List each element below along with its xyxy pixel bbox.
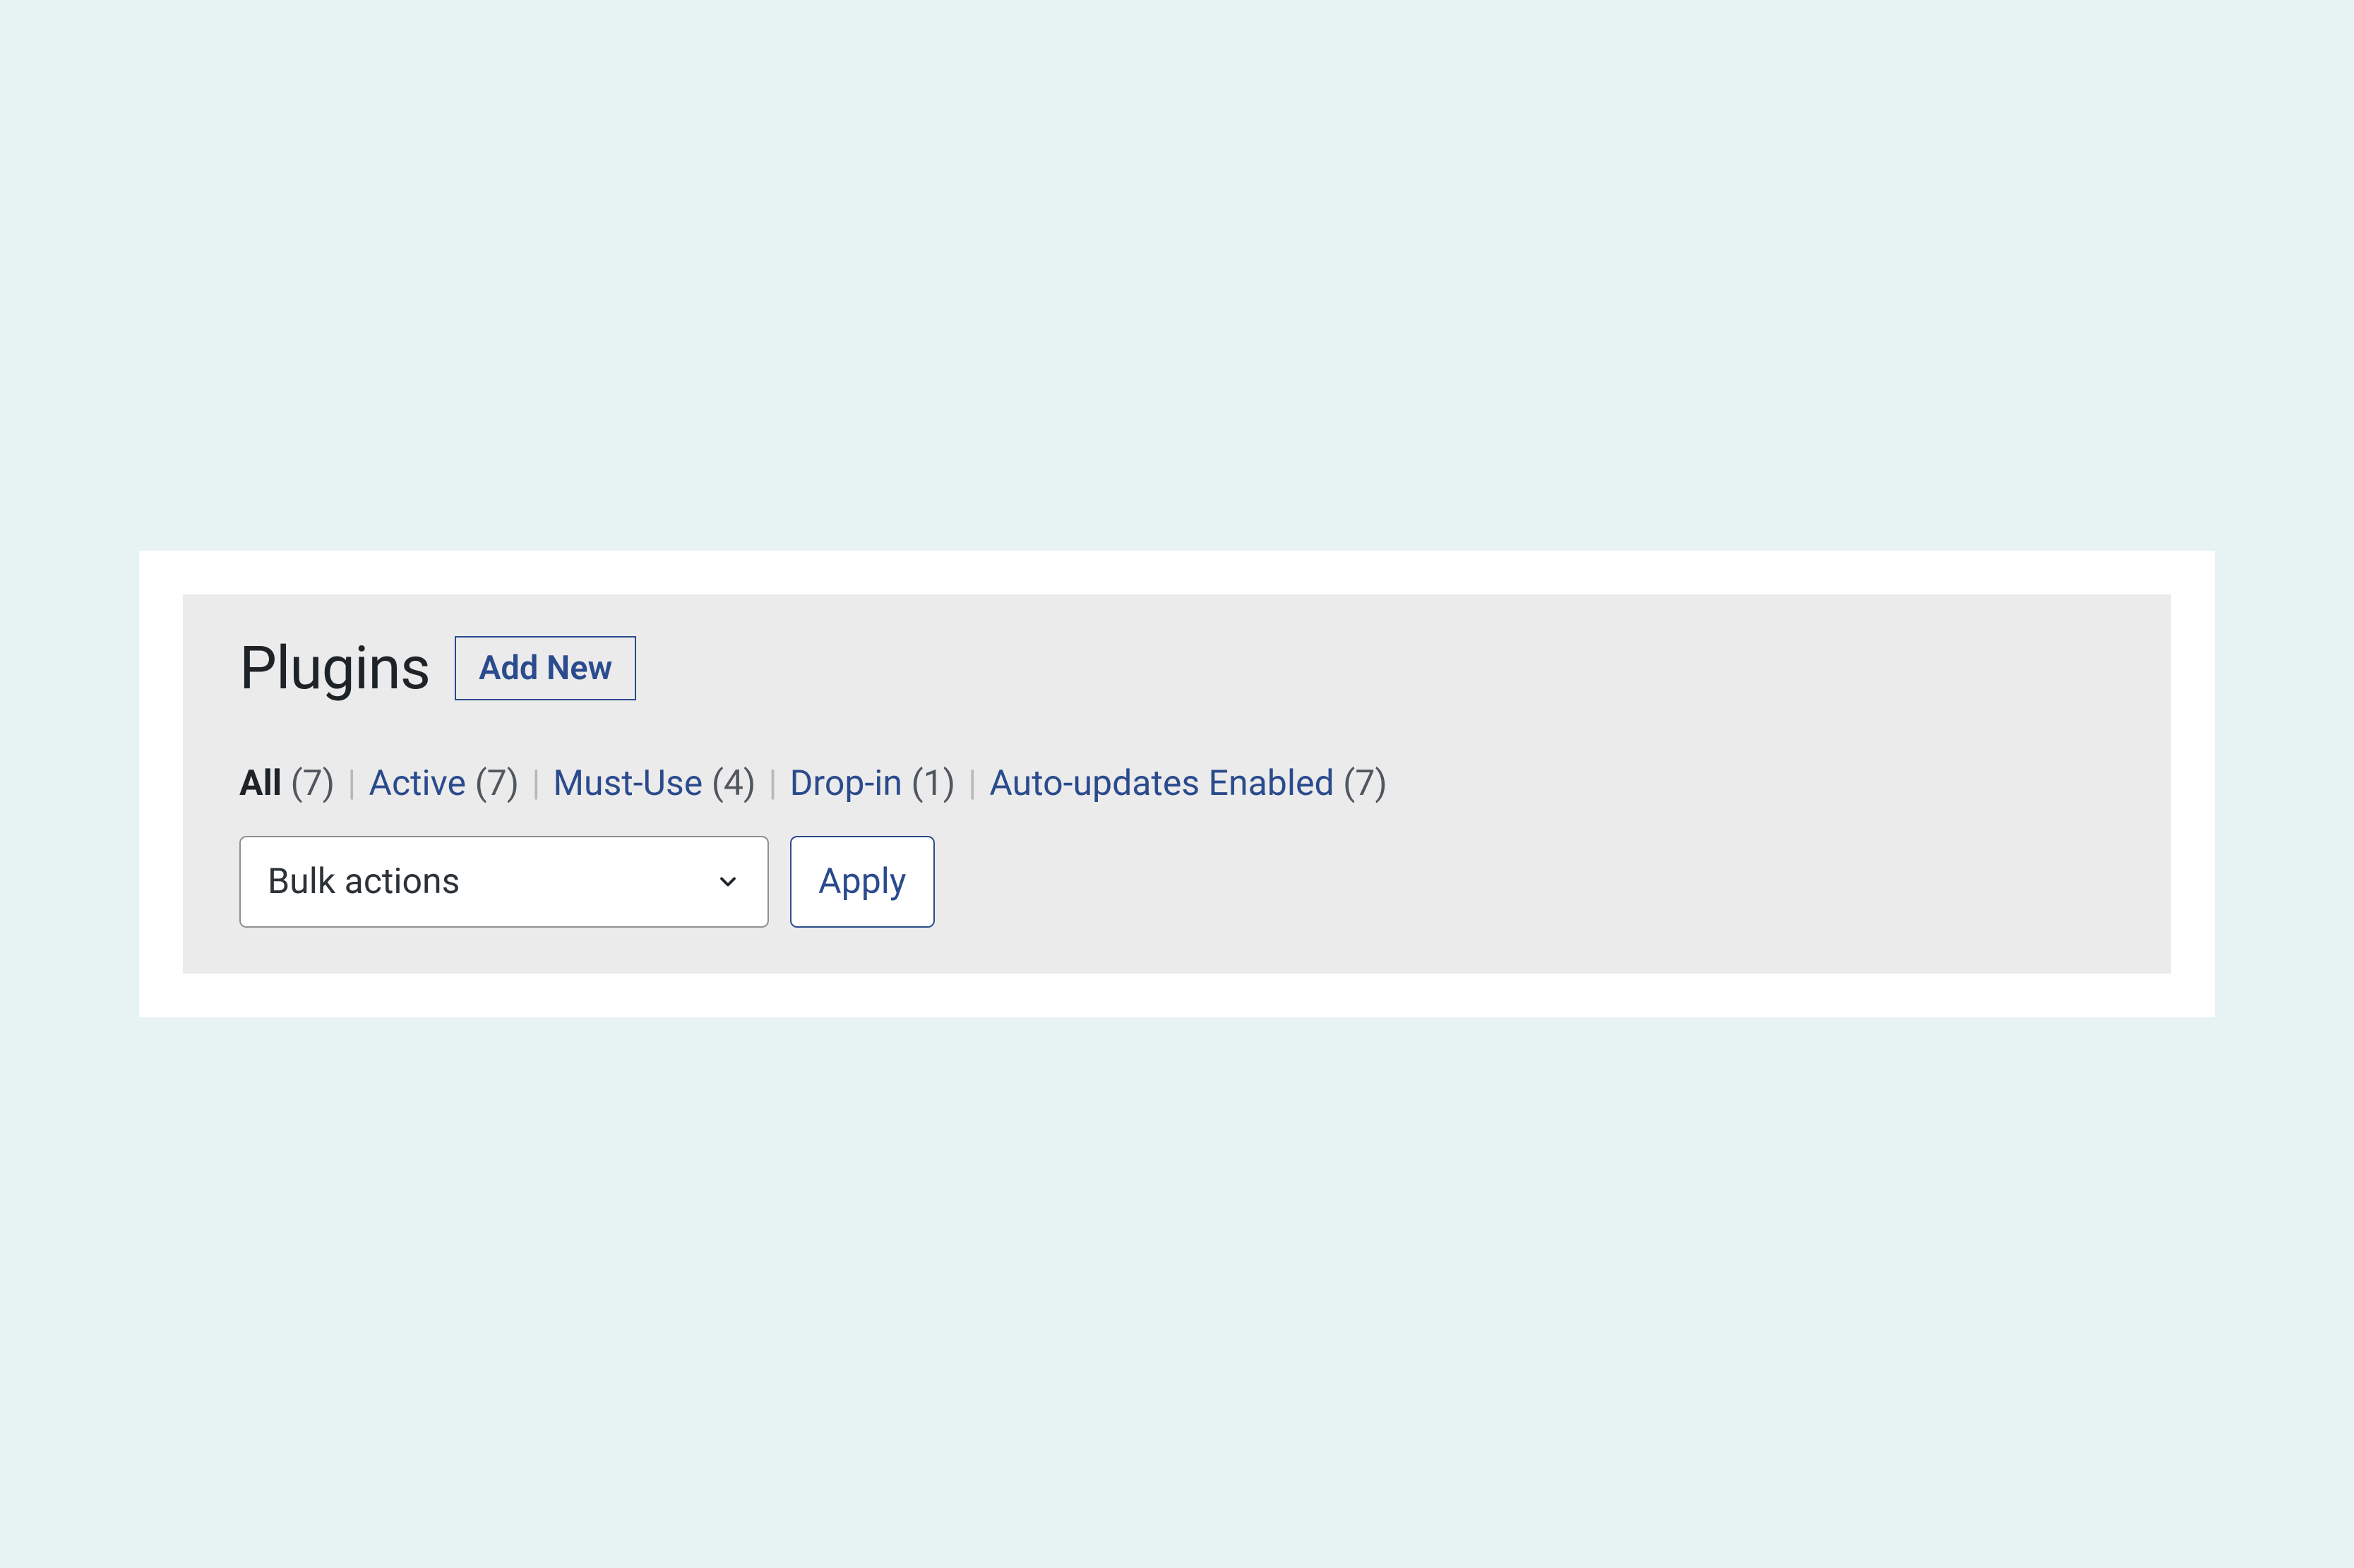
filter-label: Must-Use [553,763,703,804]
plugins-panel: Plugins Add New All (7) | Active (7) | M… [183,594,2171,974]
filter-auto-updates-enabled[interactable]: Auto-updates Enabled (7) [989,763,1387,804]
filter-label: Auto-updates Enabled [989,763,1334,804]
filter-label: Drop-in [790,763,902,804]
chevron-down-icon [715,869,741,894]
header-row: Plugins Add New [239,633,2115,703]
filter-active[interactable]: Active (7) [369,763,519,804]
bulk-action-row: Bulk actions Apply [239,836,2115,928]
apply-button[interactable]: Apply [790,836,935,928]
filter-label: All [239,763,282,804]
filter-separator: | [955,763,989,804]
bulk-actions-select[interactable]: Bulk actions [239,836,769,928]
filter-must-use[interactable]: Must-Use (4) [553,763,755,804]
filter-drop-in[interactable]: Drop-in (1) [790,763,956,804]
filter-row: All (7) | Active (7) | Must-Use (4) | Dr… [239,763,2115,804]
filter-separator: | [755,763,789,804]
filter-separator: | [335,763,369,804]
filter-count: (7) [474,763,519,804]
outer-card: Plugins Add New All (7) | Active (7) | M… [139,551,2215,1017]
filter-all[interactable]: All (7) [239,763,335,804]
bulk-actions-selected: Bulk actions [268,861,715,902]
filter-separator: | [519,763,553,804]
filter-count: (4) [712,763,756,804]
filter-count: (7) [1343,763,1387,804]
filter-label: Active [369,763,466,804]
add-new-button[interactable]: Add New [455,636,636,700]
page-title: Plugins [239,633,430,703]
filter-count: (7) [290,763,335,804]
filter-count: (1) [911,763,955,804]
